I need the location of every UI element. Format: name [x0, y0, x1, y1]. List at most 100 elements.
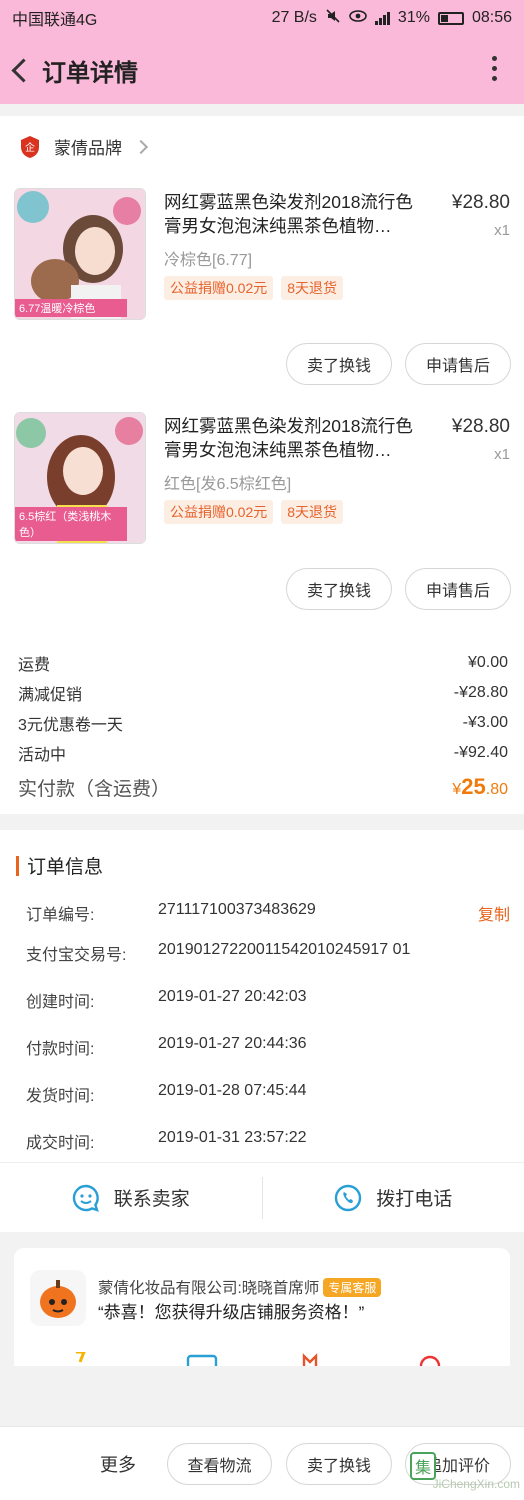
clock: 08:56 — [471, 9, 512, 26]
service-agent-name: 蒙倩化妆品有限公司:晓晓首席师 — [98, 1280, 320, 1297]
cost-value: -¥92.40 — [453, 744, 508, 761]
paid-time-row: 付款时间: 2019-01-27 20:44:36 — [26, 1035, 510, 1059]
return-policy-tag: 8天退货 — [281, 500, 344, 524]
product-quantity: x1 — [494, 446, 510, 463]
alipay-trade-number: 20190127220011542010245917 01 — [158, 941, 411, 958]
status-bar: 中国联通4G 27 B/s 31% 08:56 — [0, 0, 524, 36]
resell-button[interactable]: 卖了换钱 — [286, 1443, 392, 1485]
resell-button[interactable]: 卖了换钱 — [286, 568, 392, 610]
completed-time: 2019-01-31 23:57:22 — [158, 1129, 307, 1146]
battery-icon — [437, 11, 464, 25]
resell-button[interactable]: 卖了换钱 — [286, 343, 392, 385]
info-label: 发货时间: — [26, 1088, 95, 1105]
total-paid-row: 实付款（含运费） ¥25.80 — [18, 768, 508, 806]
product-tags: 公益捐赠0.02元 8天退货 — [164, 500, 344, 524]
paid-time: 2019-01-27 20:44:36 — [158, 1035, 307, 1052]
more-actions-button[interactable]: 更多 — [100, 1451, 136, 1477]
cost-label: 运费 — [18, 657, 51, 674]
shop-badge-text: 企 — [25, 141, 35, 154]
battery-percent: 31% — [397, 9, 430, 26]
carrier-label: 中国联通4G — [12, 12, 98, 29]
status-right: 27 B/s 31% 08:56 — [272, 8, 512, 29]
shop-link[interactable]: 企 蒙倩品牌 — [18, 134, 149, 159]
thumbnail-caption: 6.77温暖冷棕色 — [15, 299, 127, 317]
shipped-time-row: 发货时间: 2019-01-28 07:45:44 — [26, 1082, 510, 1106]
chevron-right-icon — [133, 139, 149, 154]
order-info-title-text: 订单信息 — [27, 857, 104, 878]
bottom-action-bar: 更多 查看物流 卖了换钱 追加评价 JiChengXin.com — [0, 1426, 524, 1500]
service-name: 蒙倩化妆品有限公司:晓晓首席师 专属客服 — [98, 1276, 382, 1298]
cost-label: 3元优惠卷一天 — [18, 717, 123, 734]
cost-value: -¥3.00 — [462, 714, 508, 731]
info-label: 支付宝交易号: — [26, 947, 127, 964]
service-message: “恭喜！您获得升级店铺服务资格！” — [98, 1303, 365, 1322]
network-speed: 27 B/s — [271, 9, 317, 26]
info-label: 成交时间: — [26, 1135, 95, 1152]
cost-value: -¥28.80 — [453, 684, 508, 701]
copy-button[interactable]: 复制 — [478, 901, 510, 925]
total-amount: ¥25.80 — [452, 774, 508, 800]
watermark-text: JiChengXin.com — [432, 1477, 520, 1491]
charity-tag: 公益捐赠0.02元 — [164, 276, 274, 300]
order-number: 271117100373483629 — [158, 901, 316, 918]
charity-tag: 公益捐赠0.02元 — [164, 500, 274, 524]
alipay-trade-row: 支付宝交易号: 20190127220011542010245917 01 — [26, 941, 510, 965]
eye-icon — [349, 9, 367, 28]
created-time: 2019-01-27 20:42:03 — [158, 988, 307, 1005]
shipped-time: 2019-01-28 07:45:44 — [158, 1082, 307, 1099]
product-price: ¥28.80 — [451, 416, 510, 437]
cost-label: 活动中 — [18, 747, 67, 764]
nav-header: 订单详情 — [0, 36, 524, 104]
signal-icon — [374, 11, 390, 25]
call-phone-label: 拨打电话 — [376, 1189, 453, 1210]
phone-icon — [335, 1184, 362, 1211]
product-thumbnail[interactable]: 6.77温暖冷棕色 — [14, 188, 146, 320]
cost-breakdown: 运费 ¥0.00 满减促销 -¥28.80 3元优惠卷一天 -¥3.00 活动中 -¥9… — [18, 648, 508, 806]
cost-value: ¥0.00 — [467, 654, 508, 671]
cost-row-discount: 满减促销 -¥28.80 — [18, 678, 508, 708]
product-variant: 红色[发6.5棕红色] — [164, 476, 292, 493]
cost-row-event: 活动中 -¥92.40 — [18, 738, 508, 768]
after-sales-button[interactable]: 申请售后 — [405, 343, 511, 385]
customer-service-card[interactable]: 蒙倩化妆品有限公司:晓晓首席师 专属客服 “恭喜！您获得升级店铺服务资格！” — [14, 1248, 510, 1366]
completed-time-row: 成交时间: 2019-01-31 23:57:22 — [26, 1129, 510, 1153]
after-sales-button[interactable]: 申请售后 — [405, 568, 511, 610]
watermark-logo: 集 — [410, 1452, 436, 1480]
mute-icon — [325, 8, 341, 29]
order-item[interactable]: 6.5棕红（类浅桃木色） 网红雾蓝黑色染发剂2018流行色膏男女泡泡沫纯黑茶色植… — [0, 412, 524, 632]
contact-seller-button[interactable]: 联系卖家 — [0, 1184, 262, 1212]
product-quantity: x1 — [494, 222, 510, 239]
page-title: 订单详情 — [42, 59, 138, 87]
cost-row-shipping: 运费 ¥0.00 — [18, 648, 508, 678]
info-label: 创建时间: — [26, 994, 95, 1011]
shop-badge-icon: 企 — [21, 135, 39, 158]
chat-bubble-icon — [72, 1184, 99, 1212]
back-arrow-icon[interactable] — [6, 56, 34, 84]
info-label: 订单编号: — [26, 907, 95, 924]
total-integer: 25 — [461, 774, 486, 799]
order-item[interactable]: 6.77温暖冷棕色 网红雾蓝黑色染发剂2018流行色膏男女泡泡沫纯黑茶色植物… … — [0, 188, 524, 408]
product-tags: 公益捐赠0.02元 8天退货 — [164, 276, 344, 300]
total-decimal: .80 — [485, 781, 508, 798]
contact-bar: 联系卖家 拨打电话 — [0, 1162, 524, 1232]
product-variant: 冷棕色[6.77] — [164, 252, 253, 269]
product-price: ¥28.80 — [451, 192, 510, 213]
return-policy-tag: 8天退货 — [281, 276, 344, 300]
contact-seller-label: 联系卖家 — [113, 1189, 190, 1210]
cost-row-coupon: 3元优惠卷一天 -¥3.00 — [18, 708, 508, 738]
call-phone-button[interactable]: 拨打电话 — [263, 1184, 524, 1212]
shop-name: 蒙倩品牌 — [54, 139, 122, 158]
product-title[interactable]: 网红雾蓝黑色染发剂2018流行色膏男女泡泡沫纯黑茶色植物… — [164, 414, 426, 462]
service-badge: 专属客服 — [323, 1277, 382, 1297]
product-thumbnail[interactable]: 6.5棕红（类浅桃木色） — [14, 412, 146, 544]
product-title[interactable]: 网红雾蓝黑色染发剂2018流行色膏男女泡泡沫纯黑茶色植物… — [164, 190, 426, 238]
service-shortcut-icons — [14, 1352, 510, 1366]
order-number-row: 订单编号: 271117100373483629 复制 — [26, 901, 510, 925]
more-options-icon[interactable] — [492, 56, 498, 81]
view-logistics-button[interactable]: 查看物流 — [167, 1443, 272, 1485]
service-avatar — [30, 1270, 86, 1326]
created-time-row: 创建时间: 2019-01-27 20:42:03 — [26, 988, 510, 1012]
thumbnail-caption: 6.5棕红（类浅桃木色） — [15, 507, 127, 541]
order-info-title: 订单信息 — [16, 852, 103, 879]
total-label: 实付款（含运费） — [18, 778, 171, 800]
